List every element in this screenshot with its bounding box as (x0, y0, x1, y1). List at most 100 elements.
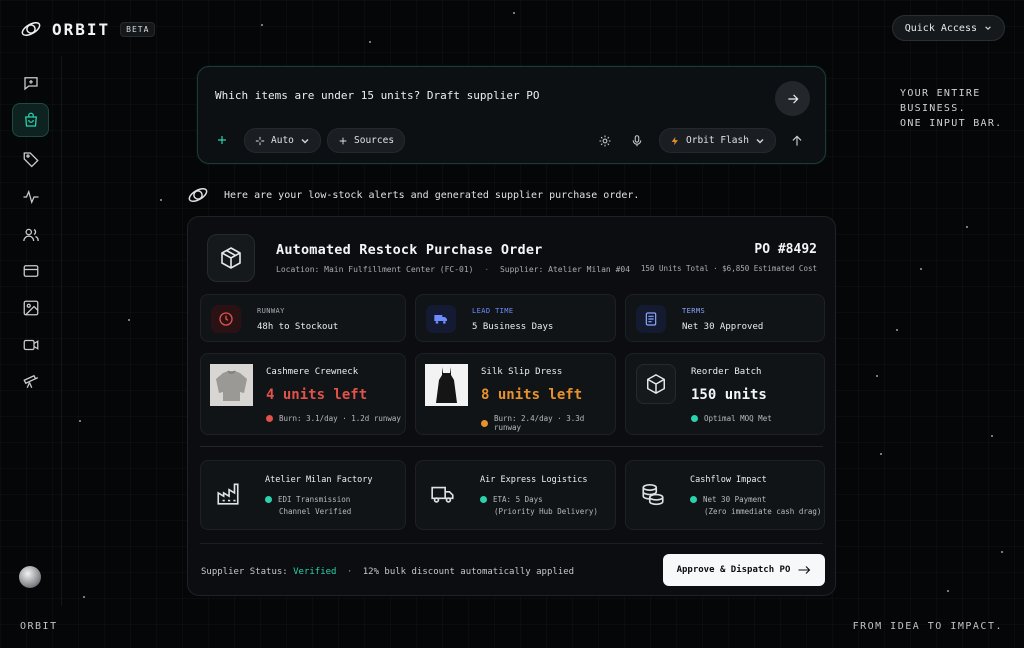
product-stock: 8 units left (481, 387, 583, 403)
star (876, 375, 878, 377)
sidebar-item-media[interactable] (12, 291, 49, 325)
order-title: Automated Restock Purchase Order (276, 242, 543, 258)
footer-brand: ORBIT (20, 621, 58, 632)
chat-plus-icon (23, 77, 38, 91)
auto-mode-label: Auto (271, 135, 294, 146)
image-icon (23, 300, 38, 316)
logistics-line: EDI Transmission (278, 495, 351, 504)
beta-badge: BETA (120, 21, 156, 37)
factory-card: Atelier Milan Factory EDI Transmission C… (200, 460, 406, 530)
sidebar-item-users[interactable] (12, 218, 49, 252)
activity-icon (23, 189, 38, 205)
sidebar-item-tags[interactable] (12, 142, 49, 176)
shipping-card: Air Express Logistics ETA: 5 Days (Prior… (415, 460, 616, 530)
sidebar-item-chat[interactable] (12, 66, 49, 100)
tile-value: 5 Business Days (472, 322, 554, 332)
sources-label: Sources (354, 135, 395, 146)
shopping-bag-icon (24, 112, 37, 127)
brand[interactable]: ORBIT BETA (20, 18, 156, 40)
approve-label: Approve & Dispatch PO (676, 565, 791, 575)
auto-mode-chip[interactable]: Auto (244, 128, 321, 153)
sidebar-item-video[interactable] (12, 328, 49, 362)
tagline-line: YOUR ENTIRE (900, 88, 981, 99)
microphone-icon[interactable] (630, 134, 644, 148)
logistics-title: Air Express Logistics (480, 475, 588, 485)
lightning-icon (671, 136, 678, 145)
chevron-down-icon (301, 138, 309, 144)
sidebar-item-billing[interactable] (12, 254, 49, 288)
star (128, 319, 130, 321)
prompt-box[interactable]: Which items are under 15 units? Draft su… (197, 66, 826, 164)
plus-icon (339, 137, 347, 144)
logistics-line: (Zero immediate cash drag) (704, 507, 822, 516)
tile-label: RUNWAY (257, 307, 285, 315)
star (920, 268, 922, 270)
credit-card-icon (23, 265, 38, 277)
prompt-input[interactable]: Which items are under 15 units? Draft su… (215, 89, 540, 102)
brand-name: ORBIT (52, 19, 111, 39)
status-dot (690, 496, 697, 503)
chevron-down-icon (985, 26, 991, 31)
tile-label: TERMS (682, 307, 706, 315)
star (83, 596, 85, 598)
tile-value: Net 30 Approved (682, 322, 764, 332)
sparkle-icon (255, 136, 265, 145)
logistics-title: Atelier Milan Factory (265, 475, 373, 485)
tile-label: LEAD TIME (472, 307, 514, 315)
footer-slogan: FROM IDEA TO IMPACT. (852, 621, 1003, 632)
status-prefix: Supplier Status: (201, 567, 288, 577)
reorder-batch-card: Reorder Batch 150 units Optimal MOQ Met (625, 353, 825, 435)
package-icon (636, 364, 676, 404)
logistics-title: Cashflow Impact (690, 475, 767, 485)
send-button[interactable] (775, 81, 810, 116)
purchase-order-card: Automated Restock Purchase Order Locatio… (187, 216, 836, 596)
status-dot (266, 415, 273, 422)
sidebar-item-activity[interactable] (12, 180, 49, 214)
approve-dispatch-button[interactable]: Approve & Dispatch PO (663, 554, 825, 586)
product-name: Silk Slip Dress (481, 367, 563, 377)
moq-text: Optimal MOQ Met (704, 414, 772, 423)
product-name: Cashmere Crewneck (266, 367, 359, 377)
sidebar-item-commerce[interactable] (12, 103, 49, 137)
terms-tile: TERMS Net 30 Approved (625, 294, 825, 342)
tagline-line: BUSINESS. (900, 103, 966, 114)
product-stock: 4 units left (266, 387, 368, 403)
burn-text: Burn: 2.4/day · 3.3d runway (493, 414, 585, 432)
package-icon (207, 234, 255, 282)
sidebar-item-explore[interactable] (12, 364, 49, 398)
logistics-line: Net 30 Payment (703, 495, 767, 504)
product-card-silk-dress[interactable]: Silk Slip Dress 8 units left Burn: 2.4/d… (415, 353, 616, 435)
star (896, 329, 898, 331)
logistics-status: EDI Transmission (265, 495, 350, 504)
arrow-up-icon[interactable] (790, 134, 804, 148)
plus-icon (218, 136, 226, 144)
avatar[interactable] (19, 566, 41, 588)
supplier-status: Supplier Status: Verified · 12% bulk dis… (201, 567, 574, 577)
logistics-line: Channel Verified (279, 507, 352, 516)
tagline-line: ONE INPUT BAR. (900, 118, 1003, 129)
separator: · (346, 567, 353, 577)
status-verified: Verified (293, 567, 337, 577)
sidebar (0, 56, 62, 606)
sources-chip[interactable]: Sources (327, 128, 406, 153)
truck-icon (426, 477, 460, 511)
quick-access-button[interactable]: Quick Access (891, 15, 1005, 41)
model-label: Orbit Flash (686, 135, 749, 146)
star (947, 590, 949, 592)
status-dot (265, 496, 272, 503)
add-attachment-button[interactable] (216, 131, 228, 150)
model-selector[interactable]: Orbit Flash (659, 128, 776, 153)
discount-note: 12% bulk discount automatically applied (362, 567, 575, 577)
settings-gear-icon[interactable] (598, 134, 612, 148)
status-dot (691, 415, 698, 422)
product-card-cashmere[interactable]: Cashmere Crewneck 4 units left Burn: 3.1… (200, 353, 406, 435)
separator: · (484, 265, 490, 274)
product-name: Reorder Batch (691, 367, 762, 377)
clock-icon (211, 305, 241, 333)
quick-access-label: Quick Access (904, 22, 977, 34)
po-meta: 150 Units Total · $6,850 Estimated Cost (640, 264, 817, 273)
star (79, 420, 81, 422)
orbit-assistant-icon (188, 188, 208, 202)
logistics-line: (Priority Hub Delivery) (494, 507, 598, 516)
divider (200, 543, 823, 544)
